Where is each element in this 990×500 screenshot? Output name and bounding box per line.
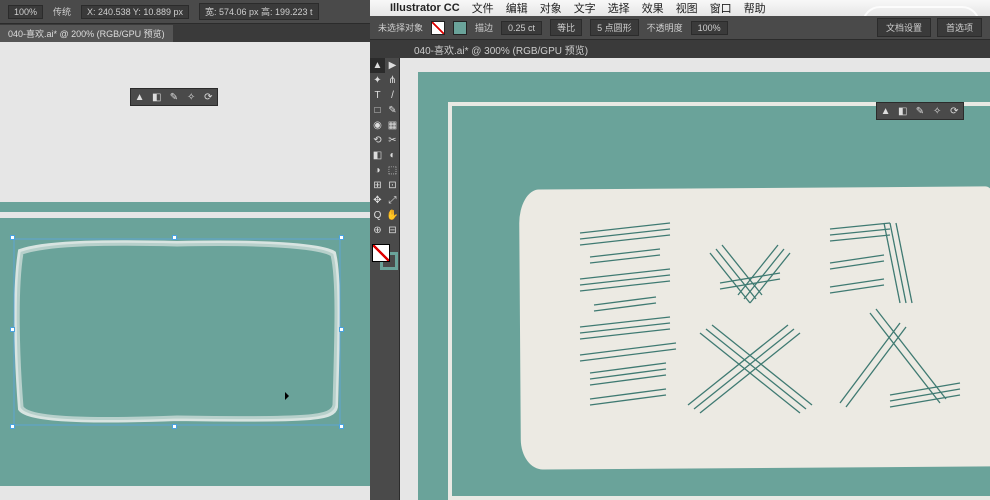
selected-sketch-rect[interactable] <box>12 237 342 427</box>
rectangle-tool[interactable]: □ <box>370 103 385 118</box>
mini-tool-4[interactable]: ✧ <box>185 91 197 103</box>
brush-dropdown[interactable]: 5 点圆形 <box>590 19 639 36</box>
stroke-label: 描边 <box>475 21 493 34</box>
cursor-icon <box>285 392 289 400</box>
right-document-tab[interactable]: 040-喜欢.ai* @ 300% (RGB/GPU 预览) <box>414 42 588 57</box>
slice-tool[interactable]: ⊟ <box>385 223 400 238</box>
mesh-tool[interactable]: ⊞ <box>370 178 385 193</box>
right-options-bar: 未选择对象 描边 0.25 ct 等比 5 点圆形 不透明度 100% 文档设置… <box>370 16 990 40</box>
opt-label-1: 传统 <box>53 5 71 18</box>
left-floating-toolbar[interactable]: ▲ ◧ ✎ ✧ ⟳ <box>130 88 218 106</box>
pasteboard-gap <box>0 486 370 500</box>
mini-tool-3[interactable]: ✎ <box>914 105 926 117</box>
right-floating-toolbar[interactable]: ▲ ◧ ✎ ✧ ⟳ <box>876 102 964 120</box>
blob-brush-tool[interactable]: ▦ <box>385 118 400 133</box>
left-canvas[interactable] <box>0 42 370 500</box>
tools-panel: ▲ ▶ ✦ ⋔ T / □ ✎ ◉ ▦ ⟲ ✂ ◧ ◐ ◑ ⬚ ⊞ ⊡ ✥ ⤢ … <box>370 58 400 500</box>
mini-tool-2[interactable]: ◧ <box>151 91 163 103</box>
menu-help[interactable]: 帮助 <box>744 0 766 16</box>
menu-file[interactable]: 文件 <box>472 0 494 16</box>
menu-view[interactable]: 视图 <box>676 0 698 16</box>
stroke-weight-input[interactable]: 0.25 ct <box>501 21 542 35</box>
right-illustrator-window: 未选择对象 描边 0.25 ct 等比 5 点圆形 不透明度 100% 文档设置… <box>370 16 990 500</box>
rotate-tool[interactable]: ⟲ <box>370 133 385 148</box>
menu-type[interactable]: 文字 <box>574 0 596 16</box>
mini-tool-2[interactable]: ◧ <box>897 105 909 117</box>
menu-window[interactable]: 窗口 <box>710 0 732 16</box>
mini-tool-1[interactable]: ▲ <box>880 105 892 117</box>
doc-setup-button[interactable]: 文档设置 <box>877 18 931 37</box>
stroke-swatch-teal-icon[interactable] <box>453 21 467 35</box>
menu-edit[interactable]: 编辑 <box>506 0 528 16</box>
symbol-sprayer-tool[interactable]: Q <box>370 208 385 223</box>
pencil-tool[interactable]: ◉ <box>370 118 385 133</box>
selection-handle[interactable] <box>339 424 344 429</box>
fill-indicator-icon[interactable] <box>372 244 390 262</box>
selection-handle[interactable] <box>172 424 177 429</box>
paintbrush-tool[interactable]: ✎ <box>385 103 400 118</box>
width-tool[interactable]: ◧ <box>370 148 385 163</box>
mini-tool-5[interactable]: ⟳ <box>948 105 960 117</box>
no-selection-label: 未选择对象 <box>378 21 423 34</box>
magic-wand-tool[interactable]: ✦ <box>370 73 385 88</box>
line-tool[interactable]: / <box>385 88 400 103</box>
right-opt-buttons: 文档设置 首选项 <box>877 18 990 37</box>
mini-tool-3[interactable]: ✎ <box>168 91 180 103</box>
mini-tool-4[interactable]: ✧ <box>931 105 943 117</box>
size-readout: 宽: 574.06 px 高: 199.223 t <box>199 3 319 20</box>
opacity-label: 不透明度 <box>647 21 683 34</box>
preferences-button[interactable]: 首选项 <box>937 18 982 37</box>
mini-tool-1[interactable]: ▲ <box>134 91 146 103</box>
mini-tool-5[interactable]: ⟳ <box>202 91 214 103</box>
sketch-path-icon <box>12 237 342 427</box>
selection-handle[interactable] <box>339 327 344 332</box>
right-tab-bar: 040-喜欢.ai* @ 300% (RGB/GPU 预览) <box>370 40 990 58</box>
uniform-dropdown[interactable]: 等比 <box>550 19 582 36</box>
zoom-tool[interactable]: ⊕ <box>370 223 385 238</box>
scribble-text-art[interactable] <box>570 213 970 443</box>
selection-handle[interactable] <box>10 424 15 429</box>
left-tab-bar: 040-喜欢.ai* @ 200% (RGB/GPU 预览) <box>0 24 370 42</box>
eyedropper-tool[interactable]: ✥ <box>370 193 385 208</box>
selection-handle[interactable] <box>339 235 344 240</box>
selection-tool[interactable]: ▲ <box>370 58 385 73</box>
right-canvas[interactable]: ▲ ◧ ✎ ✧ ⟳ <box>400 58 990 500</box>
type-tool[interactable]: T <box>370 88 385 103</box>
gradient-tool[interactable]: ⊡ <box>385 178 400 193</box>
shape-builder-tool[interactable]: ◑ <box>370 163 385 178</box>
free-transform-tool[interactable]: ◐ <box>385 148 400 163</box>
menu-object[interactable]: 对象 <box>540 0 562 16</box>
scissors-tool[interactable]: ✂ <box>385 133 400 148</box>
perspective-tool[interactable]: ⬚ <box>385 163 400 178</box>
left-document-tab[interactable]: 040-喜欢.ai* @ 200% (RGB/GPU 预览) <box>0 25 173 42</box>
menu-effect[interactable]: 效果 <box>642 0 664 16</box>
opacity-input[interactable]: 100% <box>691 21 728 35</box>
left-options-bar: 100% 传统 X: 240.538 Y: 10.889 px 宽: 574.0… <box>0 0 370 24</box>
app-name[interactable]: Illustrator CC <box>390 2 460 14</box>
hand-tool[interactable]: ✋ <box>385 208 400 223</box>
selection-handle[interactable] <box>10 327 15 332</box>
fill-swatch-none-icon[interactable] <box>431 21 445 35</box>
left-illustrator-window: 100% 传统 X: 240.538 Y: 10.889 px 宽: 574.0… <box>0 0 370 500</box>
artboard-stripe-top <box>0 202 370 212</box>
menu-select[interactable]: 选择 <box>608 0 630 16</box>
blend-tool[interactable]: ⤢ <box>385 193 400 208</box>
artboard-stripe-bottom <box>0 478 370 486</box>
zoom-value[interactable]: 100% <box>8 5 43 19</box>
selection-handle[interactable] <box>10 235 15 240</box>
lasso-tool[interactable]: ⋔ <box>385 73 400 88</box>
fill-stroke-indicator[interactable] <box>370 242 400 272</box>
selection-handle[interactable] <box>172 235 177 240</box>
direct-selection-tool[interactable]: ▶ <box>385 58 400 73</box>
coords-readout: X: 240.538 Y: 10.889 px <box>81 5 189 19</box>
